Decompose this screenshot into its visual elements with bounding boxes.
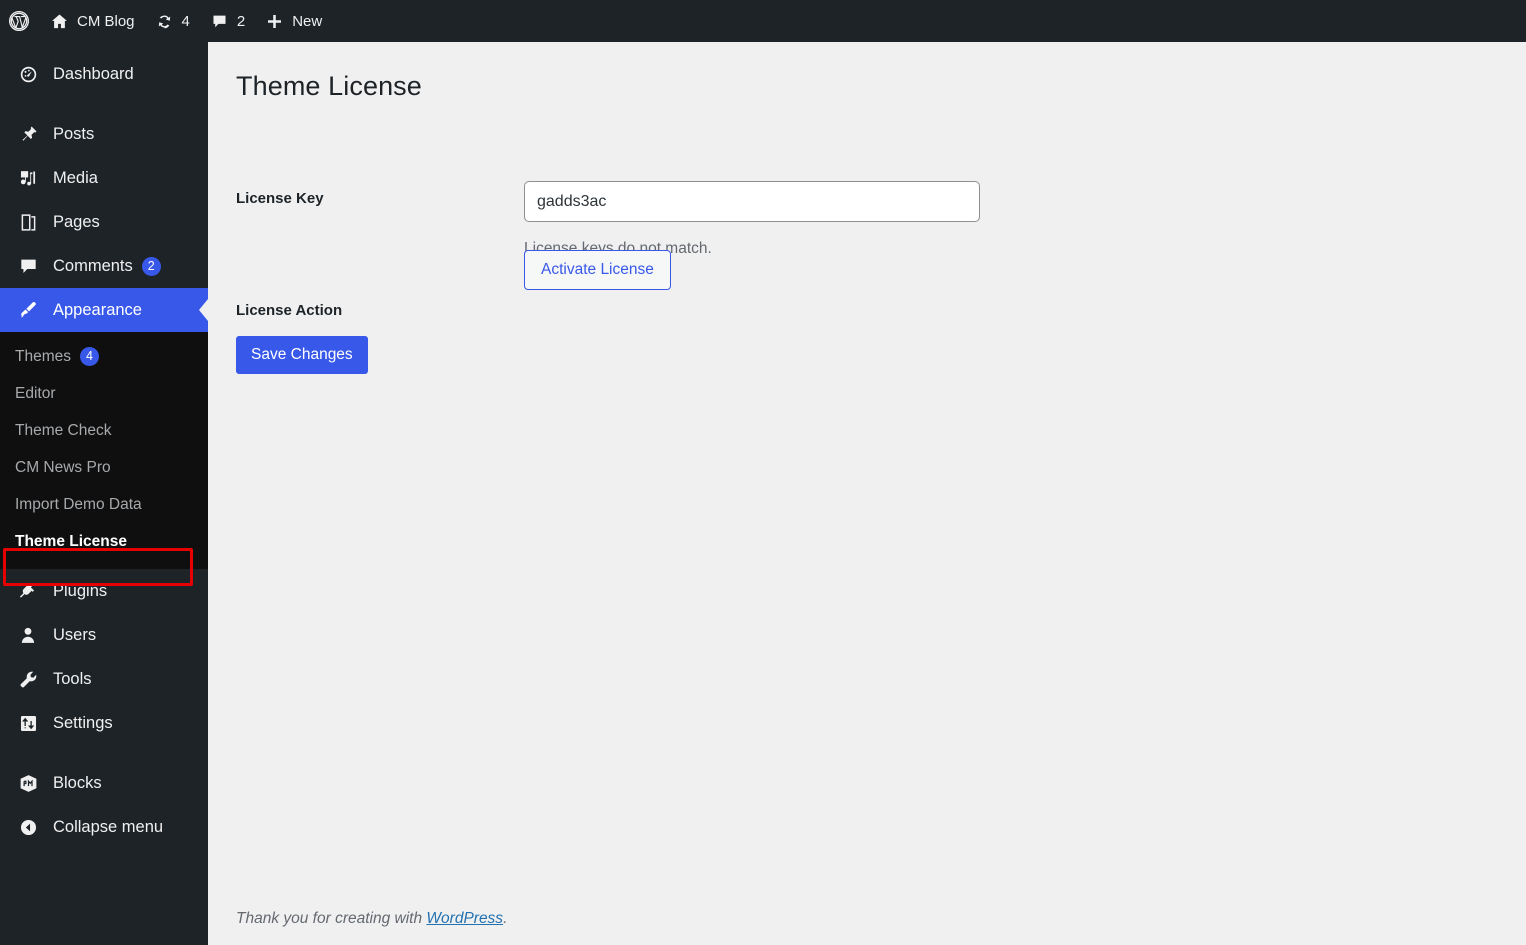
submenu-item-label: Import Demo Data (15, 495, 142, 513)
comment-bubble-icon (210, 12, 229, 31)
sidebar-item-settings[interactable]: Settings (0, 701, 208, 745)
adminbar-new-content[interactable]: New (255, 0, 332, 42)
adminbar-site-name[interactable]: CM Blog (40, 0, 145, 42)
adminbar-updates-count: 4 (181, 12, 190, 30)
current-menu-notch (199, 299, 208, 321)
comments-count-badge: 2 (141, 256, 161, 276)
submenu-item-editor[interactable]: Editor (0, 375, 208, 412)
sidebar-item-label: Appearance (53, 300, 142, 319)
sidebar-separator (0, 96, 208, 112)
blocks-cube-icon (12, 773, 44, 794)
submenu-item-theme-check[interactable]: Theme Check (0, 412, 208, 449)
wrench-icon (12, 669, 44, 690)
sidebar-item-blocks[interactable]: Blocks (0, 761, 208, 805)
license-action-field-group: Activate License (524, 250, 671, 290)
sidebar-item-label: Dashboard (53, 64, 134, 83)
admin-sidebar-menu: Dashboard Posts Media Pages Comments 2 A… (0, 42, 208, 945)
license-key-input[interactable] (524, 181, 980, 222)
admin-bar: CM Blog 4 2 New (0, 0, 1526, 42)
save-changes-button[interactable]: Save Changes (236, 336, 368, 374)
sidebar-item-appearance[interactable]: Appearance (0, 288, 208, 332)
sidebar-item-label: Media (53, 168, 98, 187)
plug-icon (12, 581, 44, 602)
license-action-label: License Action (236, 302, 343, 319)
footer-suffix-text: . (503, 910, 508, 927)
sidebar-item-users[interactable]: Users (0, 613, 208, 657)
main-content: Theme License License Key License keys d… (208, 42, 1526, 945)
admin-footer: Thank you for creating with WordPress. (236, 910, 507, 928)
submenu-item-label: CM News Pro (15, 458, 111, 476)
submenu-item-label: Themes (15, 347, 71, 365)
sidebar-item-label: Blocks (53, 773, 102, 792)
sidebar-item-label: Users (53, 625, 97, 644)
sidebar-item-label: Pages (53, 212, 100, 231)
current-menu-arrow-icon (208, 288, 216, 332)
collapse-arrow-icon (12, 817, 44, 838)
sidebar-item-label: Settings (53, 713, 113, 732)
sidebar-separator (0, 745, 208, 761)
pin-icon (12, 124, 44, 145)
sidebar-item-media[interactable]: Media (0, 156, 208, 200)
license-key-field-group: License keys do not match. (524, 181, 980, 257)
home-icon (50, 12, 69, 31)
activate-license-button[interactable]: Activate License (524, 250, 671, 290)
sidebar-item-label: Collapse menu (53, 817, 164, 836)
adminbar-new-label: New (292, 12, 323, 30)
user-icon (12, 625, 44, 646)
appearance-submenu: Themes 4 Editor Theme Check CM News Pro … (0, 332, 208, 569)
sidebar-item-label: Plugins (53, 581, 108, 600)
sidebar-item-dashboard[interactable]: Dashboard (0, 52, 208, 96)
adminbar-comments-count: 2 (236, 12, 246, 30)
footer-prefix-text: Thank you for creating with (236, 910, 427, 927)
sidebar-item-plugins[interactable]: Plugins (0, 569, 208, 613)
pages-icon (12, 212, 44, 233)
wordpress-logo-icon (8, 10, 30, 32)
submenu-item-theme-license[interactable]: Theme License (0, 523, 208, 560)
sidebar-item-pages[interactable]: Pages (0, 200, 208, 244)
sidebar-item-label: Posts (53, 124, 95, 143)
page-title: Theme License (236, 71, 422, 101)
adminbar-comments[interactable]: 2 (200, 0, 255, 42)
comment-bubble-icon (12, 256, 44, 277)
updates-icon (155, 12, 174, 31)
sidebar-item-label: Comments (53, 256, 133, 275)
submenu-item-label: Theme License (15, 532, 127, 550)
dashboard-icon (12, 64, 44, 85)
submenu-item-label: Theme Check (15, 421, 112, 439)
plus-icon (265, 12, 284, 31)
sidebar-group-primary: Dashboard Posts Media Pages Comments 2 A… (0, 42, 208, 332)
sidebar-item-label: Tools (53, 669, 92, 688)
submenu-item-cm-news-pro[interactable]: CM News Pro (0, 449, 208, 486)
submenu-item-label: Editor (15, 384, 56, 402)
sidebar-item-posts[interactable]: Posts (0, 112, 208, 156)
sidebar-item-comments[interactable]: Comments 2 (0, 244, 208, 288)
license-key-label: License Key (236, 190, 324, 207)
sidebar-item-collapse-menu[interactable]: Collapse menu (0, 805, 208, 849)
themes-count-badge: 4 (80, 347, 99, 366)
adminbar-wordpress-logo[interactable] (0, 0, 40, 42)
sidebar-group-secondary: Plugins Users Tools Settings Blocks Coll… (0, 569, 208, 849)
footer-wordpress-link[interactable]: WordPress (426, 910, 503, 927)
submenu-item-import-demo-data[interactable]: Import Demo Data (0, 486, 208, 523)
sidebar-item-tools[interactable]: Tools (0, 657, 208, 701)
media-icon (12, 168, 44, 189)
brush-icon (12, 300, 44, 321)
sliders-icon (12, 713, 44, 734)
adminbar-updates[interactable]: 4 (145, 0, 200, 42)
adminbar-site-name-label: CM Blog (77, 12, 135, 30)
submenu-item-themes[interactable]: Themes 4 (0, 338, 208, 375)
